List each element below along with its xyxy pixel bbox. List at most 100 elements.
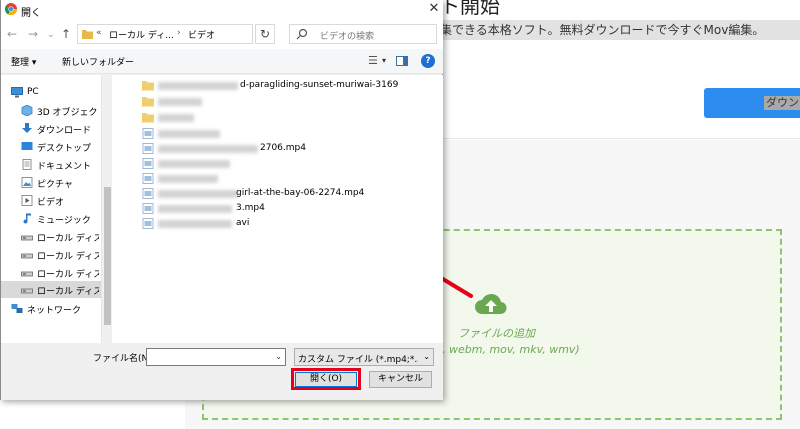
chrome-icon (5, 3, 17, 15)
breadcrumb-separator[interactable]: › (177, 28, 181, 38)
breadcrumb-separator[interactable]: › (210, 28, 214, 38)
list-item[interactable] (142, 95, 402, 109)
chevron-down-icon[interactable]: ⌄ (275, 352, 282, 361)
breadcrumb[interactable]: « ローカル ディ... › ビデオ › ⌄ (77, 24, 322, 44)
nav-item[interactable]: ローカル ディスク (E (1, 264, 101, 281)
supported-formats-label: , webm, mov, mkv, wmv) (442, 343, 580, 356)
close-icon[interactable]: ✕ (425, 1, 443, 17)
new-folder-button[interactable]: 新しいフォルダー (62, 55, 134, 68)
nav-item[interactable]: ローカル ディスク (F (1, 281, 101, 298)
search-placeholder: ビデオの検索 (320, 32, 375, 42)
back-arrow-icon[interactable]: ← (7, 27, 17, 41)
nav-item-label: ネットワーク (27, 306, 82, 316)
video-file-icon (142, 173, 154, 184)
divider (440, 138, 800, 139)
file-type-value: カスタム ファイル (*.mp4;*.avi;*.flv; (298, 355, 418, 365)
breadcrumb-segment-drive[interactable]: ローカル ディ... (109, 28, 174, 41)
nav-item[interactable]: ピクチャ (1, 174, 101, 191)
blurred-filename (158, 114, 194, 122)
desktop-icon (21, 141, 33, 152)
nav-item-label: PC (27, 87, 39, 97)
open-button[interactable]: 開く(O) (295, 372, 357, 387)
nav-item-label: ミュージック (37, 216, 91, 226)
nav-item-label: ローカル ディスク (F (37, 287, 99, 297)
help-icon[interactable]: ? (421, 54, 435, 68)
download-icon (21, 123, 33, 134)
view-options-icon[interactable]: ☰ (368, 54, 378, 67)
blurred-filename (158, 205, 232, 213)
forward-arrow-icon[interactable]: → (28, 27, 38, 41)
blurred-filename (158, 190, 238, 198)
folder-icon (142, 80, 154, 91)
filename-field[interactable]: ⌄ (146, 348, 286, 366)
nav-item-label: ローカル ディスク (C (37, 234, 99, 244)
list-item[interactable] (142, 127, 402, 141)
list-item[interactable]: avi (142, 217, 402, 231)
nav-item[interactable]: 3D オブジェクト (1, 102, 101, 119)
music-icon (21, 213, 33, 224)
scrollbar-thumb[interactable] (104, 187, 111, 325)
file-name: d-paragliding-sunset-muriwai-3169 (240, 80, 399, 90)
list-item[interactable] (142, 111, 402, 125)
list-item[interactable]: d-paragliding-sunset-muriwai-3169 (142, 79, 402, 93)
add-file-label[interactable]: ファイルの追加 (458, 325, 535, 341)
list-item[interactable]: 2706.mp4 (142, 142, 402, 156)
open-file-dialog: 開く ✕ ← → ⌄ ↑ « ローカル ディ... › ビデオ › ⌄ ↻ ビデ… (0, 0, 443, 400)
nav-item-label: ダウンロード (37, 126, 92, 136)
file-type-select[interactable]: カスタム ファイル (*.mp4;*.avi;*.flv; ⌄ (294, 348, 434, 366)
file-name: 3.mp4 (236, 203, 265, 213)
video-file-icon (142, 188, 154, 199)
video-file-icon (142, 128, 154, 139)
drive-icon (21, 267, 33, 278)
nav-item[interactable]: ミュージック (1, 210, 101, 227)
nav-item-label: デスクトップ (37, 144, 92, 154)
list-item[interactable] (142, 172, 402, 186)
nav-item[interactable]: PC (0, 84, 91, 101)
pc-icon (11, 87, 23, 98)
refresh-icon[interactable]: ↻ (255, 24, 275, 44)
file-name: girl-at-the-bay-06-2274.mp4 (236, 188, 365, 198)
drive-icon (21, 284, 33, 295)
scrollbar[interactable] (101, 75, 112, 343)
nav-item[interactable]: ローカル ディスク (C (1, 228, 101, 245)
videos-icon (21, 195, 33, 206)
nav-item[interactable]: ローカル ディスク (D (1, 246, 101, 263)
nav-item[interactable]: ダウンロード (1, 120, 101, 137)
file-list: d-paragliding-sunset-muriwai-3169 2706.mp… (112, 75, 443, 343)
list-item[interactable]: 3.mp4 (142, 202, 402, 216)
nav-item-label: ローカル ディスク (E (37, 270, 99, 280)
blurred-filename (158, 160, 230, 168)
nav-item[interactable]: ネットワーク (0, 300, 91, 317)
page-heading: ト開始 (440, 0, 500, 18)
dialog-toolbar: 整理 ▾ 新しいフォルダー ☰ ▾ ? (1, 49, 443, 74)
3d-objects-icon (21, 104, 33, 117)
nav-item[interactable]: ドキュメント (1, 156, 101, 173)
download-button[interactable]: ダウン (704, 88, 800, 118)
nav-item[interactable]: デスクトップ (1, 138, 101, 155)
blurred-filename (158, 130, 220, 138)
video-file-icon (142, 158, 154, 169)
blurred-filename (158, 145, 258, 153)
cancel-button[interactable]: キャンセル (369, 371, 432, 388)
list-item[interactable] (142, 157, 402, 171)
video-file-icon (142, 143, 154, 154)
preview-pane-icon[interactable] (396, 56, 408, 66)
blurred-filename (158, 98, 202, 106)
pictures-icon (21, 177, 33, 188)
folder-icon (142, 112, 154, 123)
up-arrow-icon[interactable]: ↑ (61, 27, 71, 41)
search-input[interactable]: ビデオの検索 (289, 24, 437, 44)
nav-item[interactable]: ビデオ (1, 192, 101, 209)
nav-item-label: ローカル ディスク (D (37, 252, 99, 262)
organize-button[interactable]: 整理 ▾ (11, 55, 36, 68)
address-bar: ← → ⌄ ↑ « ローカル ディ... › ビデオ › ⌄ ↻ ビデオの検索 (1, 20, 443, 49)
file-name: 2706.mp4 (260, 143, 306, 153)
chevron-down-icon[interactable]: ⌄ (47, 28, 55, 42)
navigation-pane: PC 3D オブジェクトダウンロードデスクトップドキュメントピクチャビデオミュージ… (1, 75, 112, 343)
network-icon (11, 303, 23, 314)
chevron-down-icon[interactable]: ▾ (382, 56, 386, 65)
dialog-titlebar[interactable]: 開く ✕ (1, 0, 443, 20)
cloud-upload-icon[interactable] (474, 292, 508, 316)
breadcrumb-overflow[interactable]: « (96, 28, 102, 38)
list-item[interactable]: girl-at-the-bay-06-2274.mp4 (142, 187, 402, 201)
